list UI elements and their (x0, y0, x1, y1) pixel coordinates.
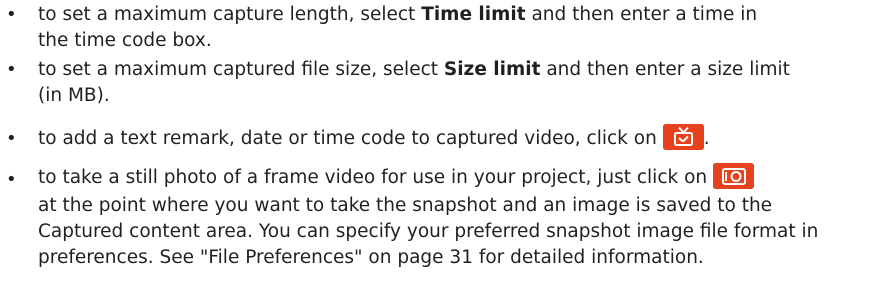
bullet: • (6, 59, 17, 80)
text-line: to take a still photo of a frame video f… (38, 163, 884, 193)
list-item-text: to add a text remark, date or time code … (38, 124, 884, 152)
bullet: • (6, 128, 17, 149)
text-line: at the point where you want to take the … (38, 195, 773, 216)
tv-text-overlay-icon[interactable] (662, 124, 704, 150)
list-item-snapshot: • to take a still photo of a frame video… (0, 163, 880, 303)
camera-snapshot-icon[interactable] (713, 163, 755, 189)
list-item-text: to set a maximum capture length, select … (38, 2, 884, 54)
text-line: to add a text remark, date or time code … (38, 124, 884, 152)
bold-term: Size limit (443, 59, 541, 80)
bullet: • (6, 169, 17, 190)
text-line: Captured content area. You can specify y… (38, 221, 819, 242)
text-line: to set a maximum captured file size, sel… (38, 59, 790, 80)
text-line: the time code box. (38, 30, 212, 51)
list-item-text-remark: • to add a text remark, date or time cod… (0, 124, 880, 156)
bullet: • (6, 4, 17, 25)
list-item-time-limit: • to set a maximum capture length, selec… (0, 2, 880, 54)
list-item-text: to take a still photo of a frame video f… (38, 163, 884, 271)
list-item-size-limit: • to set a maximum captured file size, s… (0, 57, 880, 109)
document-page: • to set a maximum capture length, selec… (0, 0, 896, 304)
text-line: (in MB). (38, 85, 110, 106)
list-item-text: to set a maximum captured file size, sel… (38, 57, 884, 109)
text-line: to set a maximum capture length, select … (38, 4, 758, 25)
bold-term: Time limit (421, 4, 526, 25)
text-line: preferences. See "File Preferences" on p… (38, 247, 704, 268)
